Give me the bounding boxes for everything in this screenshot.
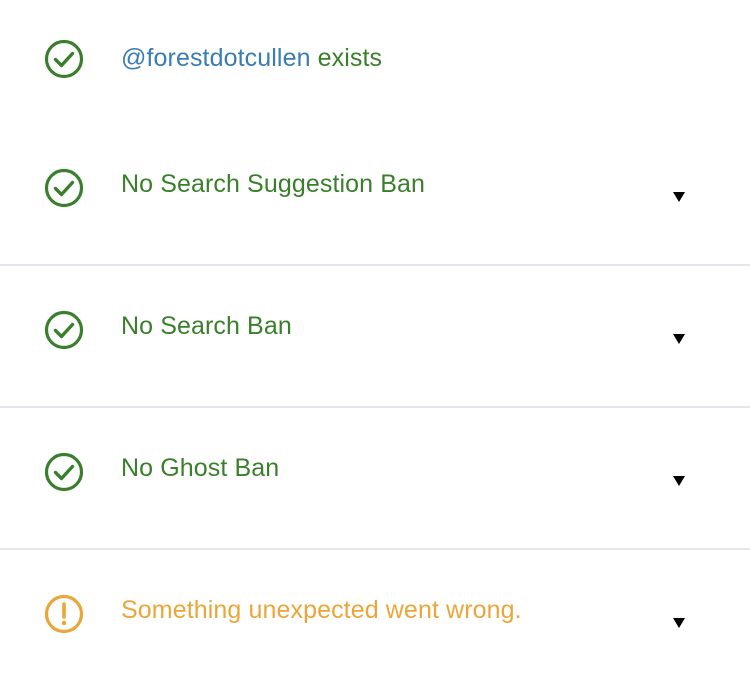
result-row-error[interactable]: Something unexpected went wrong.	[0, 550, 750, 686]
triangle-down-icon[interactable]	[672, 475, 686, 487]
result-row-ghost-ban[interactable]: No Ghost Ban	[0, 408, 750, 548]
triangle-down-icon[interactable]	[672, 333, 686, 345]
check-circle-icon	[44, 310, 84, 350]
result-label: No Search Suggestion Ban	[121, 170, 425, 198]
result-row-search-suggestion-ban[interactable]: No Search Suggestion Ban	[0, 120, 750, 264]
error-label: Something unexpected went wrong.	[121, 596, 522, 624]
result-label: No Search Ban	[121, 312, 292, 340]
result-row-exists: @forestdotcullen exists	[0, 0, 750, 120]
account-handle-link[interactable]: @forestdotcullen	[121, 44, 311, 72]
exclamation-circle-icon	[44, 594, 84, 634]
check-circle-icon	[44, 39, 84, 79]
account-exists-text: @forestdotcullen exists	[121, 43, 382, 73]
result-label: No Ghost Ban	[121, 454, 280, 482]
result-row-search-ban[interactable]: No Search Ban	[0, 266, 750, 406]
triangle-down-icon[interactable]	[672, 617, 686, 629]
exists-label: exists	[310, 44, 383, 72]
check-circle-icon	[44, 168, 84, 208]
check-circle-icon	[44, 452, 84, 492]
triangle-down-icon[interactable]	[672, 191, 686, 203]
